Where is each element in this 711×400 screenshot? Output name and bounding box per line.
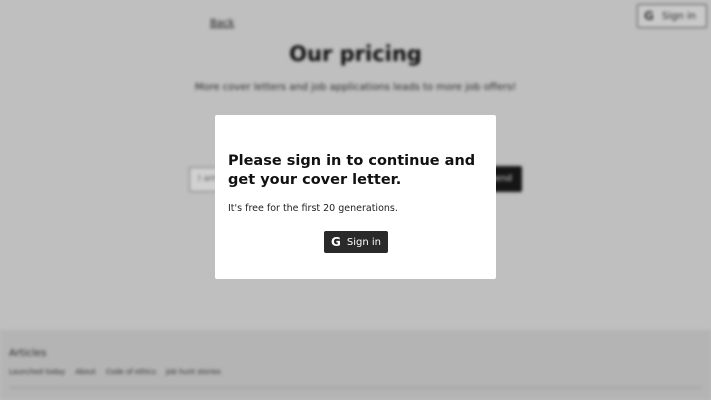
sign-in-button[interactable]: G Sign in xyxy=(324,231,388,253)
google-icon: G xyxy=(331,235,341,249)
sign-in-modal: Please sign in to continue and get your … xyxy=(215,115,496,279)
modal-title: Please sign in to continue and get your … xyxy=(228,153,476,188)
sign-in-button-label: Sign in xyxy=(346,236,381,248)
modal-text: It's free for the first 20 generations. xyxy=(228,203,398,214)
